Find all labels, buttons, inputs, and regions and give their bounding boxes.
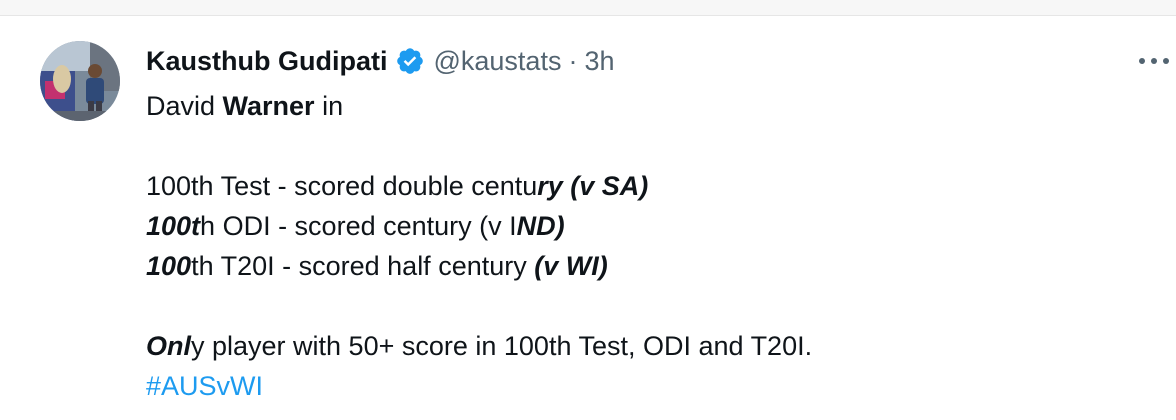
t20-text: th T20I - scored half century: [191, 251, 535, 281]
test-bold-text: ry (v SA): [537, 171, 649, 201]
odi-bold-text: 100t: [146, 211, 201, 241]
odi-bold-tail: ND): [516, 211, 565, 241]
tweet-timestamp[interactable]: 3h: [584, 46, 614, 77]
intro-tail-text: in: [314, 91, 344, 121]
tweet-screenshot: Kausthub Gudipati @kaustats · 3h David W…: [0, 0, 1176, 420]
odi-text: h ODI - scored century (v I: [200, 211, 517, 241]
only-bold-text: Onl: [146, 331, 191, 361]
verified-badge-icon: [395, 46, 425, 76]
header-separator: ·: [568, 45, 578, 76]
author-handle[interactable]: @kaustats: [433, 46, 561, 77]
only-text: y player with 50+ score in 100th Test, O…: [191, 331, 813, 361]
intro-line: David Warner in: [146, 86, 1146, 126]
tweet-text: David Warner in 100th Test - scored doub…: [146, 86, 1146, 406]
previous-item-edge: [0, 0, 1176, 16]
intro-text: David: [146, 91, 223, 121]
t20-bold-text: 100: [146, 251, 192, 281]
tweet-card[interactable]: Kausthub Gudipati @kaustats · 3h David W…: [0, 16, 1176, 420]
only-line: Only player with 50+ score in 100th Test…: [146, 326, 1146, 366]
hashtag-link[interactable]: #AUSvWI: [146, 371, 263, 401]
author-name[interactable]: Kausthub Gudipati: [146, 46, 387, 77]
odi-line: 100th ODI - scored century (v IND): [146, 206, 1146, 246]
author-avatar[interactable]: [40, 41, 120, 121]
tweet-header: Kausthub Gudipati @kaustats · 3h: [146, 44, 615, 78]
more-options-icon[interactable]: [1136, 49, 1172, 73]
t20-bold-tail: (v WI): [534, 251, 608, 281]
t20-line: 100th T20I - scored half century (v WI): [146, 246, 1146, 286]
hashtag-line: #AUSvWI: [146, 366, 1146, 406]
test-line: 100th Test - scored double century (v SA…: [146, 166, 1146, 206]
intro-bold-text: Warner: [222, 91, 315, 121]
avatar-photo: [40, 41, 120, 121]
test-text: 100th Test - scored double centu: [146, 171, 538, 201]
